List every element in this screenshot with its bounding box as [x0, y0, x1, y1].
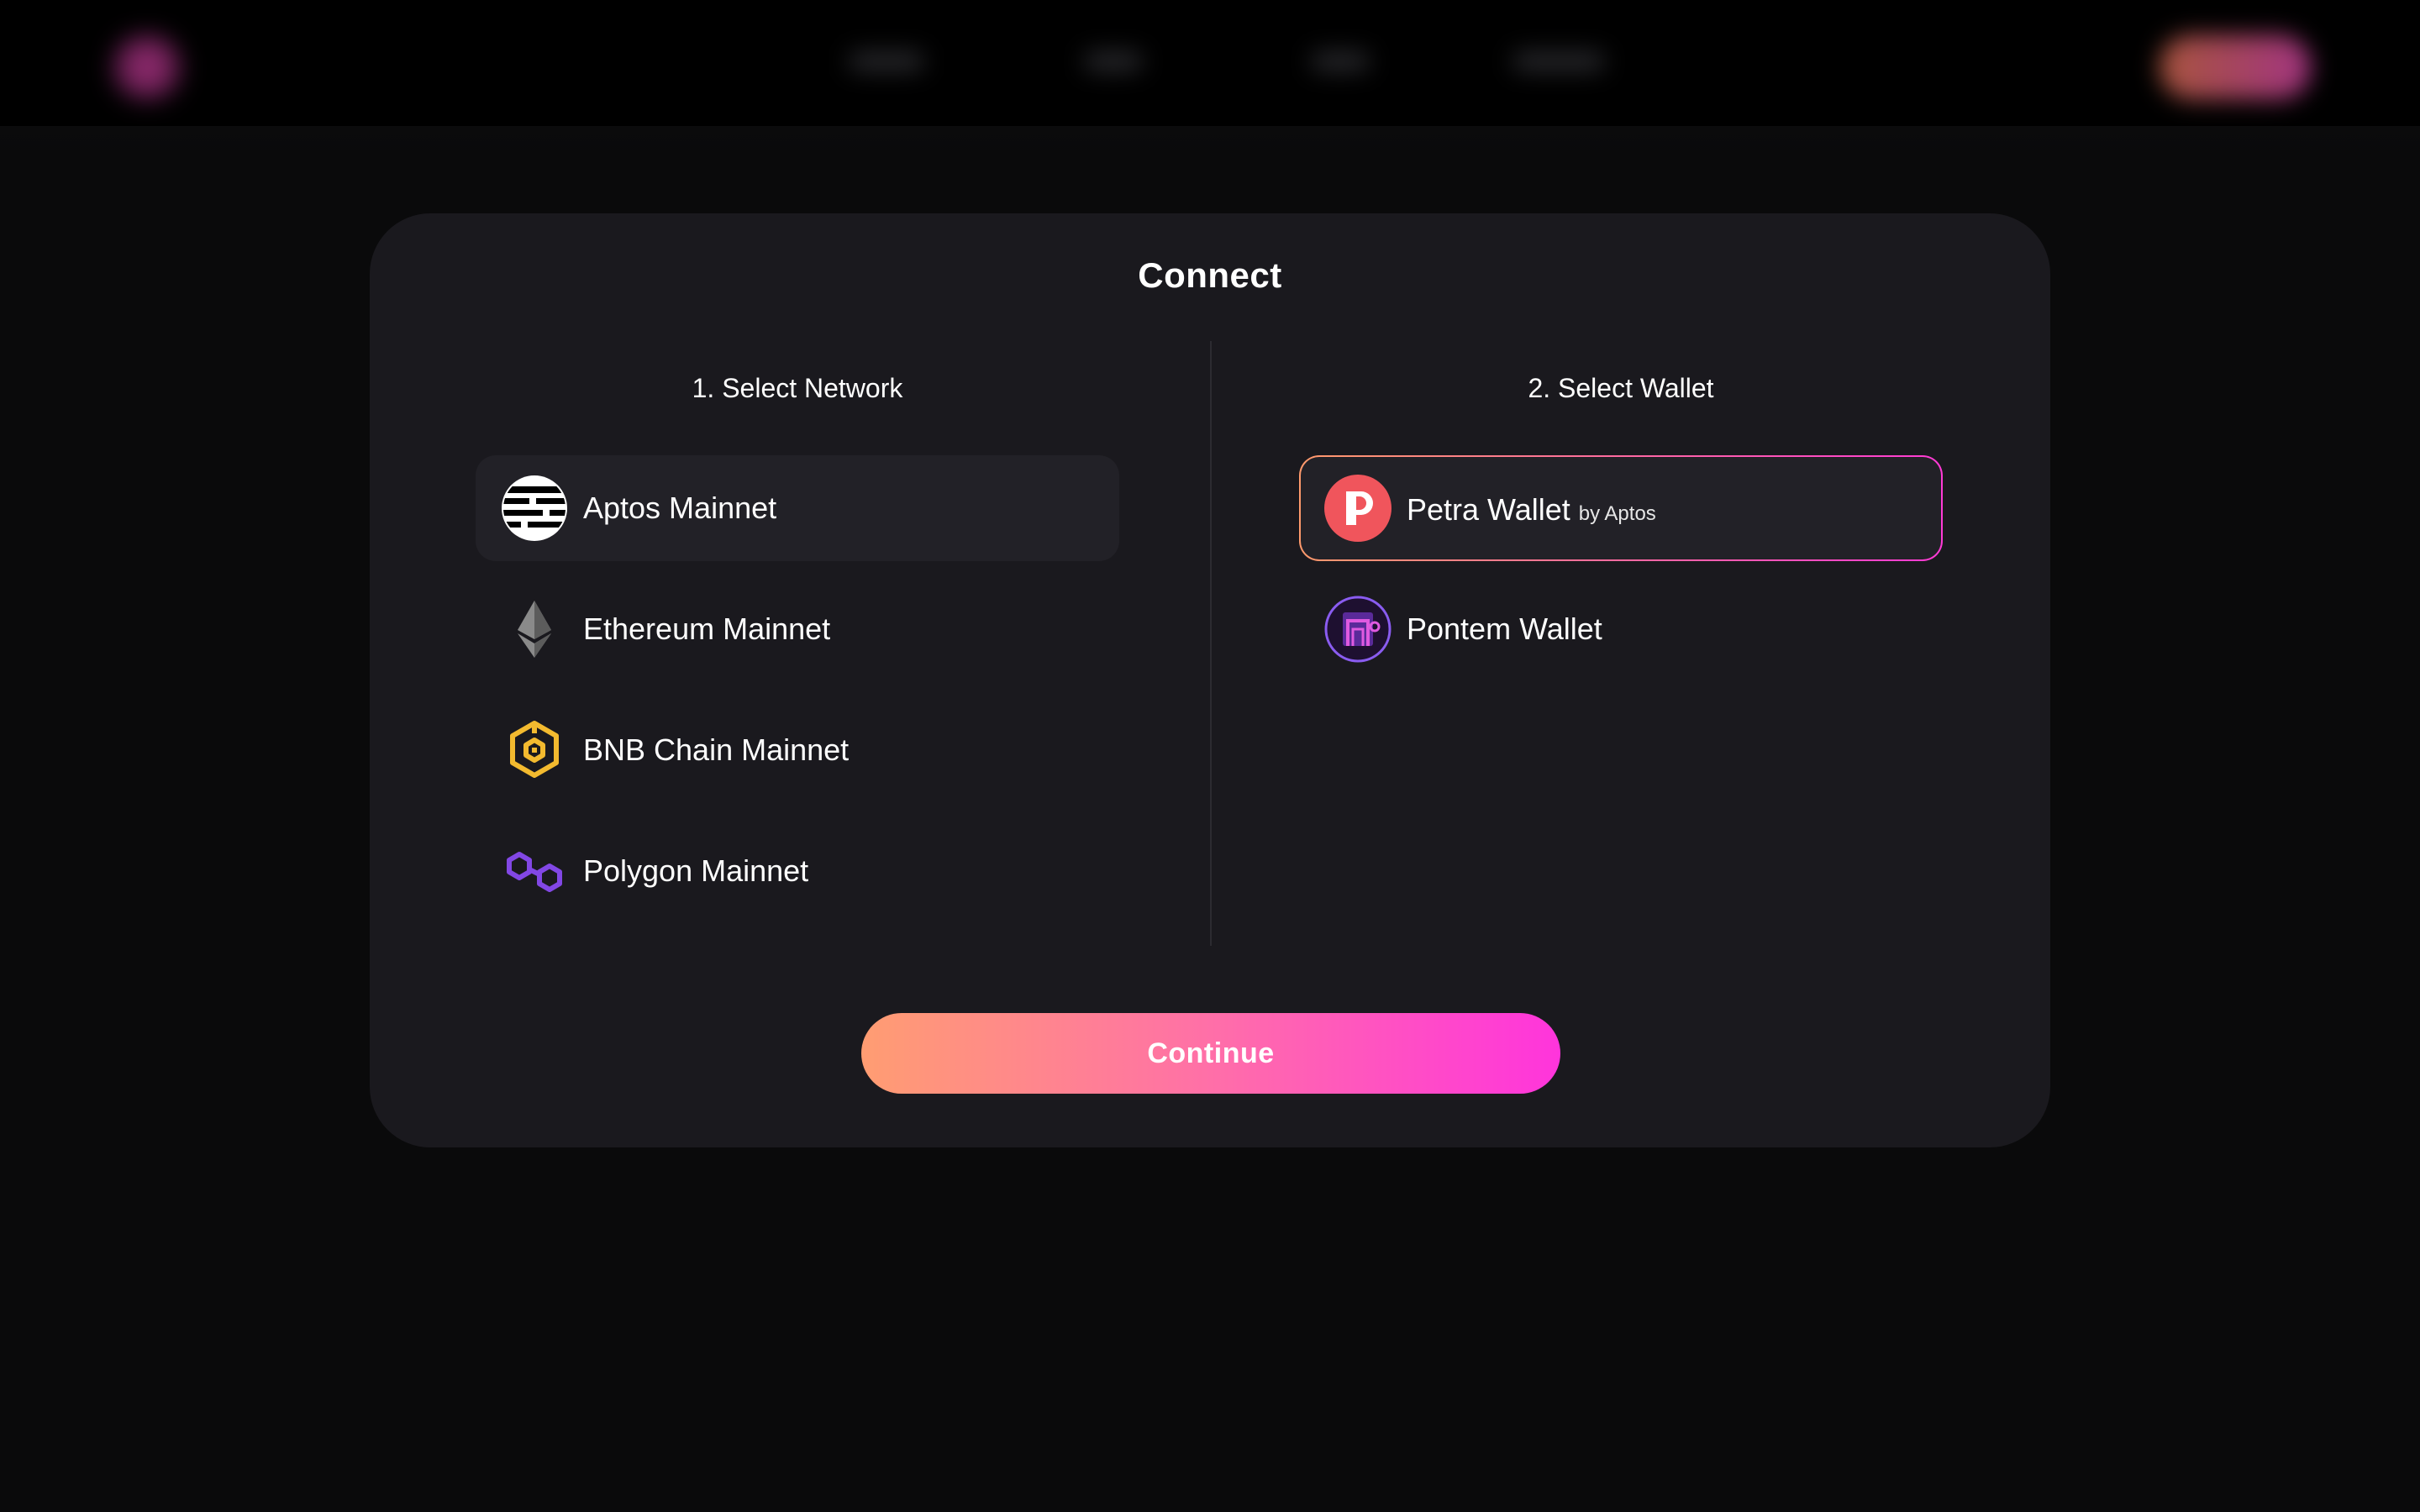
network-option-ethereum[interactable]: Ethereum Mainnet — [476, 576, 1119, 682]
modal-title: Connect — [1138, 255, 1282, 295]
aptos-icon — [501, 475, 568, 542]
network-option-polygon[interactable]: Polygon Mainnet — [476, 818, 1119, 924]
petra-icon — [1324, 475, 1392, 542]
polygon-icon — [501, 837, 568, 905]
select-network-heading: 1. Select Network — [692, 373, 903, 403]
network-label: Polygon Mainnet — [583, 853, 809, 888]
ethereum-icon — [501, 596, 568, 663]
background-header — [0, 0, 2420, 126]
background-nav-item — [1084, 52, 1143, 71]
wallet-option-petra[interactable]: Petra Wallet by Aptos — [1299, 455, 1943, 561]
column-divider — [1210, 341, 1212, 946]
pontem-icon — [1324, 596, 1392, 663]
continue-button[interactable]: Continue — [861, 1013, 1560, 1094]
network-option-aptos[interactable]: Aptos Mainnet — [476, 455, 1119, 561]
wallet-label: Pontem Wallet — [1407, 612, 1602, 646]
background-logo — [109, 34, 185, 101]
background-connect-button — [2160, 35, 2311, 99]
network-label: BNB Chain Mainnet — [583, 732, 850, 767]
select-wallet-heading: 2. Select Wallet — [1528, 373, 1714, 403]
background-shade — [0, 126, 2420, 160]
network-label: Ethereum Mainnet — [583, 612, 831, 646]
wallet-name: Petra Wallet — [1407, 492, 1570, 527]
background-nav-item — [1512, 52, 1605, 71]
network-label: Aptos Mainnet — [583, 491, 777, 525]
background-nav-item — [1311, 52, 1370, 71]
connect-modal: Connect 1. Select Network 2. Select Wall… — [370, 213, 2050, 1147]
background-header-blur — [0, 0, 2420, 126]
background-nav-item — [849, 52, 924, 71]
network-option-bnb[interactable]: BNB Chain Mainnet — [476, 697, 1119, 803]
wallet-sublabel: by Aptos — [1578, 502, 1656, 525]
wallet-label: Petra Wallet by Aptos — [1407, 457, 1656, 567]
wallet-option-pontem[interactable]: Pontem Wallet — [1299, 576, 1943, 682]
bnb-icon — [501, 717, 568, 784]
